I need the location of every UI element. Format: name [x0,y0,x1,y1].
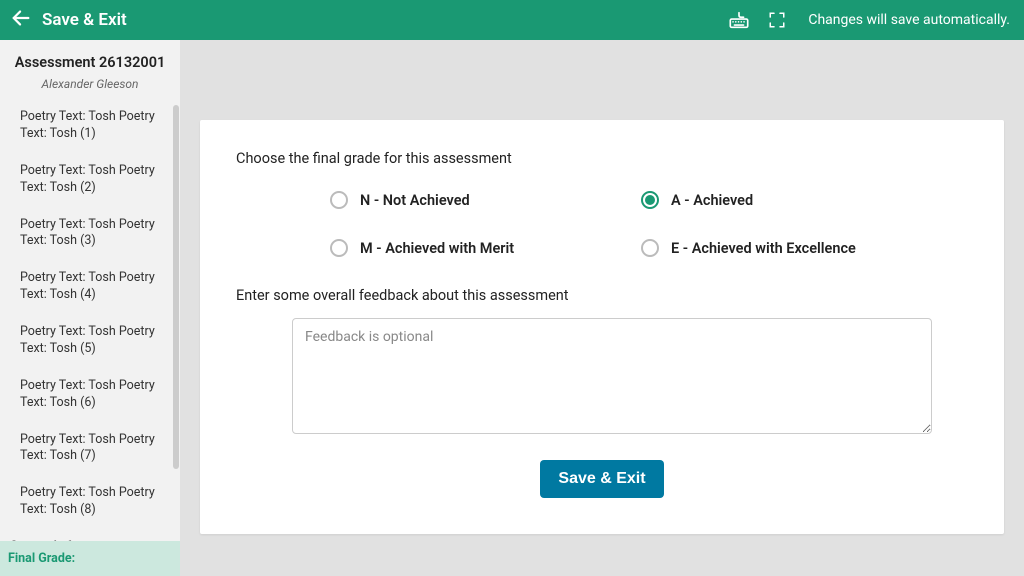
back-save-exit-label: Save & Exit [42,10,127,30]
sidebar-item-label: Poetry Text: Tosh Poetry Text: Tosh (1) [20,109,155,141]
sidebar-final-grade[interactable]: Final Grade: [0,541,180,576]
grade-option-e[interactable]: E - Achieved with Excellence [641,239,912,257]
grade-option-label: N - Not Achieved [360,192,470,209]
sidebar-list: Poetry Text: Tosh Poetry Text: Tosh (1) … [0,99,180,541]
sidebar-item[interactable]: Poetry Text: Tosh Poetry Text: Tosh (7) [0,422,180,476]
sidebar-item-label: Poetry Text: Tosh Poetry Text: Tosh (7) [20,432,155,464]
fullscreen-icon[interactable] [768,11,786,29]
save-exit-button[interactable]: Save & Exit [540,460,663,498]
sidebar-item-label: Poetry Text: Tosh Poetry Text: Tosh (6) [20,378,155,410]
sidebar-item[interactable]: Poetry Text: Tosh Poetry Text: Tosh (6) [0,368,180,422]
body: Assessment 26132001 Alexander Gleeson Po… [0,40,1024,576]
sidebar-item[interactable]: Poetry Text: Tosh Poetry Text: Tosh (2) [0,153,180,207]
keyboard-icon[interactable] [728,9,750,31]
sidebar-item[interactable]: Poetry Text: Tosh Poetry Text: Tosh (3) [0,207,180,261]
grade-card: Choose the final grade for this assessme… [200,120,1004,534]
grade-option-label: M - Achieved with Merit [360,240,514,257]
radio-icon [641,239,659,257]
grade-option-a[interactable]: A - Achieved [641,191,912,209]
sidebar-item[interactable]: Poetry Text: Tosh Poetry Text: Tosh (8) [0,475,180,529]
grade-prompt: Choose the final grade for this assessme… [236,150,968,167]
sidebar-item-label: Poetry Text: Tosh Poetry Text: Tosh (2) [20,163,155,195]
grade-option-n[interactable]: N - Not Achieved [330,191,601,209]
sidebar-item-label: Poetry Text: Tosh Poetry Text: Tosh (5) [20,324,155,356]
sidebar-item-label: Poetry Text: Tosh Poetry Text: Tosh (3) [20,217,155,249]
radio-icon [330,191,348,209]
student-name: Alexander Gleeson [8,77,172,91]
main-content: Choose the final grade for this assessme… [180,40,1024,576]
sidebar-item[interactable]: Poetry Text: Tosh Poetry Text: Tosh (5) [0,314,180,368]
feedback-textarea[interactable] [292,318,932,434]
autosave-status: Changes will save automatically. [808,12,1010,28]
radio-icon [330,239,348,257]
sidebar-item[interactable]: Poetry Text: Tosh Poetry Text: Tosh (4) [0,260,180,314]
sidebar-final-grade-label: Final Grade: [8,551,75,566]
app-header: Save & Exit Changes will save automatica… [0,0,1024,40]
sidebar-header: Assessment 26132001 Alexander Gleeson [0,40,180,93]
back-save-exit-button[interactable]: Save & Exit [10,7,127,34]
sidebar: Assessment 26132001 Alexander Gleeson Po… [0,40,180,576]
assessment-title: Assessment 26132001 [8,54,172,71]
sidebar-item-label: Poetry Text: Tosh Poetry Text: Tosh (4) [20,270,155,302]
sidebar-set-grade-label: Set grade for assessment 26132001 [10,539,154,541]
scrollbar[interactable] [173,105,179,469]
feedback-prompt: Enter some overall feedback about this a… [236,287,968,304]
grade-option-m[interactable]: M - Achieved with Merit [330,239,601,257]
sidebar-item-label: Poetry Text: Tosh Poetry Text: Tosh (8) [20,485,155,517]
sidebar-item[interactable]: Poetry Text: Tosh Poetry Text: Tosh (1) [0,99,180,153]
grade-options: N - Not Achieved A - Achieved M - Achiev… [236,191,968,257]
arrow-left-icon [10,7,32,34]
grade-option-label: A - Achieved [671,192,753,209]
sidebar-set-grade[interactable]: Set grade for assessment 26132001 [0,529,180,541]
radio-icon [641,191,659,209]
grade-option-label: E - Achieved with Excellence [671,240,856,257]
